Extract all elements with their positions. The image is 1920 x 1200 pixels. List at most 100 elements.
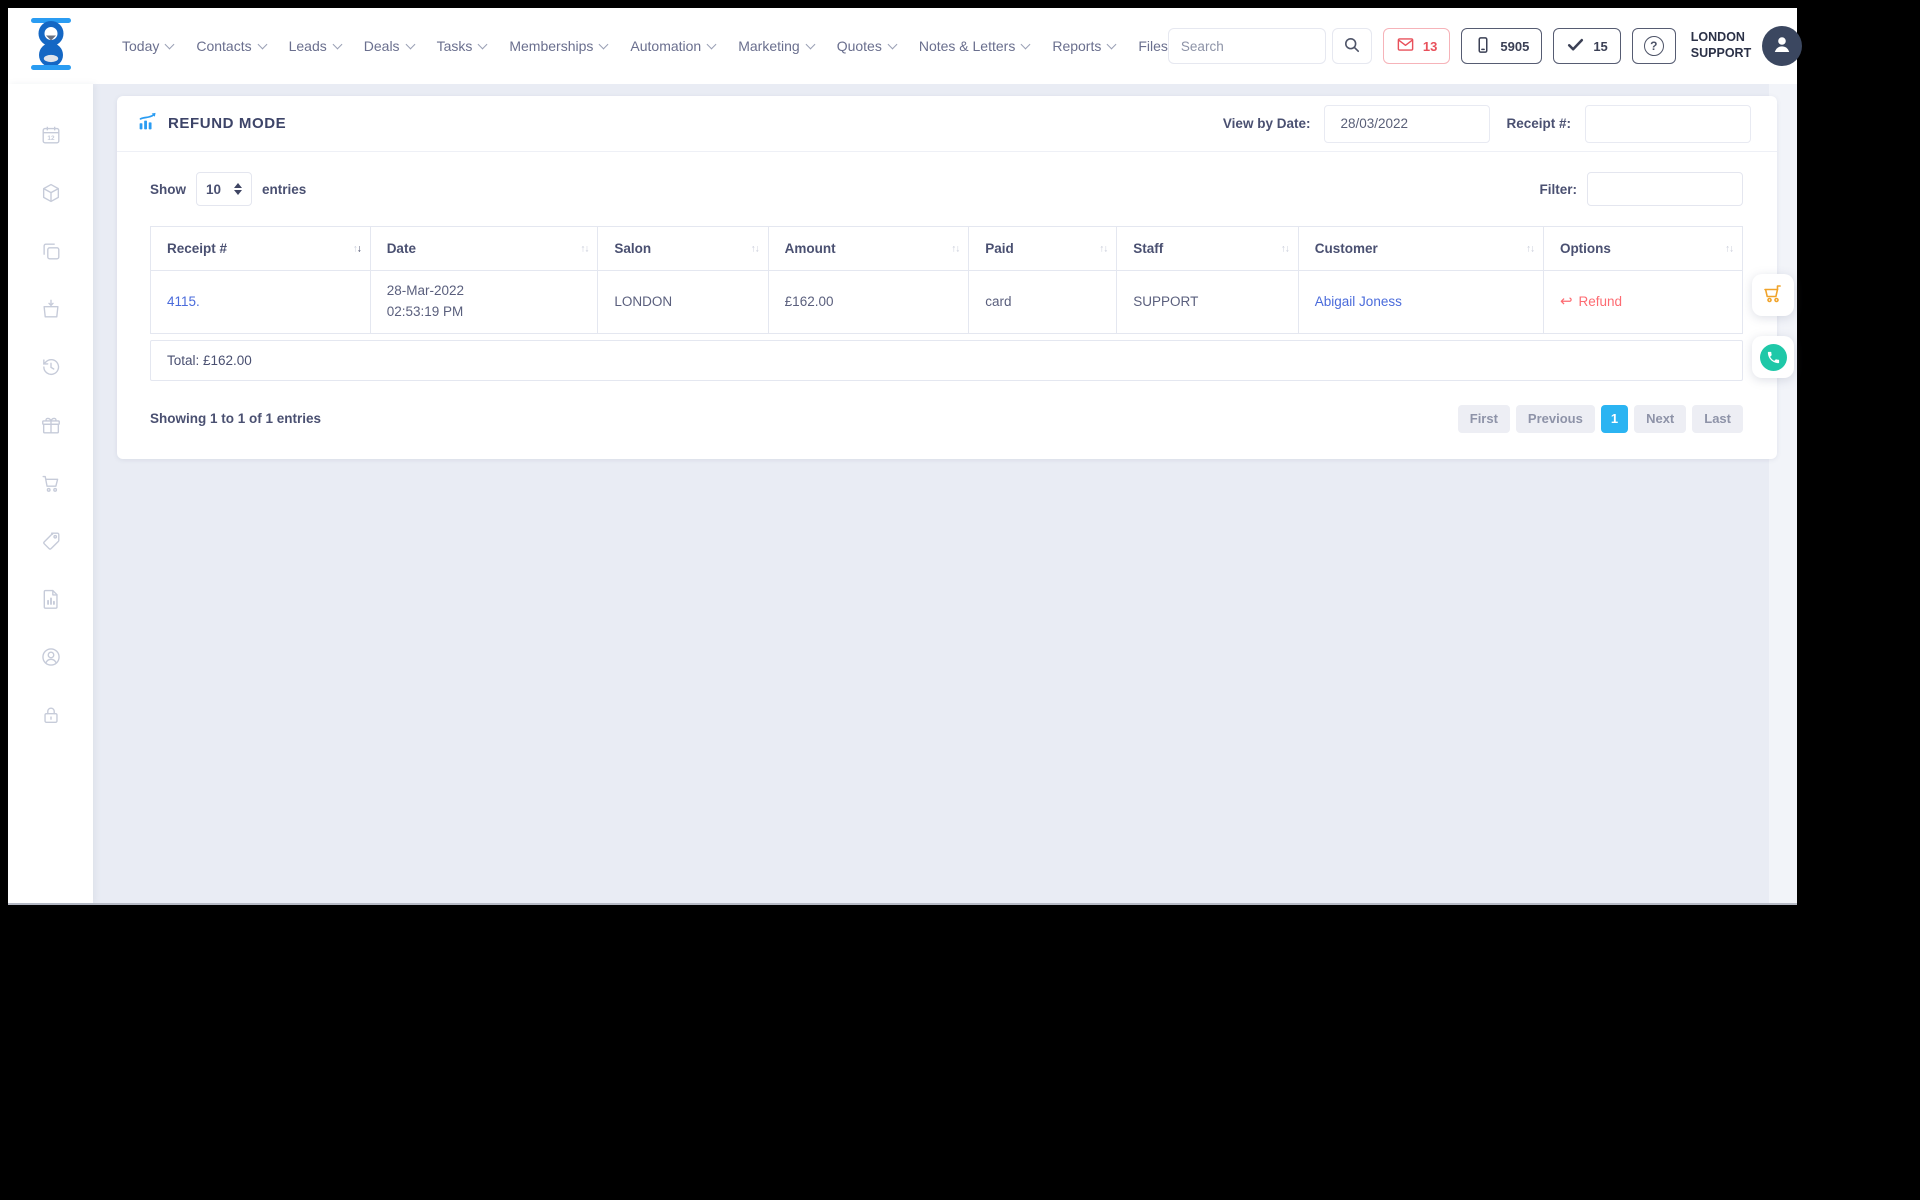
cell-staff: SUPPORT [1116, 270, 1299, 334]
column-header-customer[interactable]: Customer ↑↓ [1297, 226, 1544, 271]
sidebar-item-reports[interactable] [40, 588, 62, 610]
showing-entries-text: Showing 1 to 1 of 1 entries [150, 411, 322, 427]
sidebar-item-cart[interactable] [40, 472, 62, 494]
card-body: Show 10 entries Filter: Receipt # ↑↓ Dat… [117, 152, 1777, 459]
avatar[interactable] [1762, 26, 1803, 66]
sort-icon: ↑↓ [352, 243, 362, 254]
pagination-last[interactable]: Last [1692, 404, 1743, 433]
tasks-count: 15 [1593, 38, 1608, 54]
help-button[interactable]: ? [1631, 28, 1676, 64]
column-header-amount[interactable]: Amount ↑↓ [767, 226, 970, 271]
sidebar-item-package[interactable] [40, 182, 62, 204]
show-label: Show [150, 181, 186, 197]
sidebar-item-tags[interactable] [40, 530, 62, 552]
cell-paid: card [968, 270, 1118, 334]
nav-item-contacts[interactable]: Contacts [196, 38, 268, 54]
mobile-phone-icon [1474, 36, 1492, 57]
checkmark-icon [1566, 35, 1585, 57]
nav-item-deals[interactable]: Deals [363, 38, 416, 54]
whatsapp-icon [1759, 343, 1787, 371]
cell-salon: LONDON [597, 270, 769, 334]
nav-label: Reports [1052, 38, 1102, 54]
stepper-icon [234, 183, 242, 195]
user-name: LONDON SUPPORT [1690, 30, 1752, 60]
search-button[interactable] [1331, 28, 1372, 64]
nav-item-today[interactable]: Today [122, 38, 175, 54]
view-by-date-label: View by Date: [1222, 116, 1311, 131]
chevron-down-icon [1020, 39, 1031, 49]
column-header-staff[interactable]: Staff ↑↓ [1116, 226, 1299, 271]
customer-link[interactable]: Abigail Joness [1315, 294, 1402, 309]
refunds-table: Receipt # ↑↓ Date ↑↓ Salon ↑↓ Amount ↑↓ Paid… [150, 226, 1744, 334]
cell-options: ↩ Refund [1542, 270, 1744, 334]
nav-item-quotes[interactable]: Quotes [836, 38, 898, 54]
filter-input[interactable] [1587, 172, 1743, 206]
pagination-next[interactable]: Next [1634, 404, 1687, 433]
refund-button[interactable]: ↩ Refund [1560, 294, 1622, 309]
chevron-down-icon [405, 39, 416, 49]
search-icon [1342, 35, 1361, 57]
nav-item-marketing[interactable]: Marketing [738, 38, 816, 54]
chevron-down-icon [1106, 39, 1117, 49]
column-header-date[interactable]: Date ↑↓ [369, 226, 599, 271]
nav-item-leads[interactable]: Leads [288, 38, 343, 54]
table-row: 4115. 28-Mar-2022 02:53:19 PM LONDON £16… [150, 270, 1744, 334]
nav-item-automation[interactable]: Automation [630, 38, 717, 54]
cell-date: 28-Mar-2022 02:53:19 PM [369, 270, 599, 334]
column-header-paid[interactable]: Paid ↑↓ [968, 226, 1118, 271]
sidebar-item-shopping-bag[interactable] [40, 298, 62, 320]
page-length-select[interactable]: 10 [196, 172, 252, 206]
hourglass-logo-icon [29, 17, 73, 76]
view-by-date-input[interactable] [1324, 104, 1491, 143]
nav-label: Deals [363, 38, 400, 54]
sidebar-item-calendar[interactable]: 12 [40, 124, 62, 146]
nav-item-tasks[interactable]: Tasks [437, 38, 488, 54]
top-bar: Today Contacts Leads Deals Tasks Members… [8, 8, 1803, 84]
nav-item-notes-letters[interactable]: Notes & Letters [919, 38, 1031, 54]
nav-item-files[interactable]: Files [1138, 38, 1168, 54]
pagination-previous[interactable]: Previous [1515, 404, 1595, 433]
nav-label: Contacts [196, 38, 252, 54]
cell-receipt: 4115. [150, 270, 371, 334]
receipt-filter-label: Receipt #: [1506, 116, 1571, 131]
sort-icon: ↑↓ [580, 243, 589, 254]
sort-icon: ↑↓ [1280, 243, 1290, 254]
pos-cart-button[interactable] [1752, 274, 1794, 316]
filter-group: Filter: [1539, 172, 1743, 206]
sidebar-item-gift[interactable] [40, 414, 62, 436]
chart-growth-icon [137, 111, 158, 137]
cell-amount: £162.00 [767, 270, 970, 334]
sidebar-item-history[interactable] [40, 356, 62, 378]
nav-label: Today [122, 38, 160, 54]
envelope-icon [1396, 35, 1415, 57]
receipt-link[interactable]: 4115. [167, 294, 200, 309]
sidebar-item-lock[interactable] [40, 704, 62, 726]
phone-badge[interactable]: 5905 [1461, 28, 1543, 64]
refund-arrow-icon: ↩ [1559, 293, 1573, 311]
nav-label: Quotes [836, 38, 882, 54]
main-nav: Today Contacts Leads Deals Tasks Members… [122, 38, 1168, 54]
app-logo[interactable] [8, 17, 94, 76]
chevron-down-icon [332, 39, 343, 49]
search-input[interactable] [1167, 28, 1326, 64]
whatsapp-button[interactable] [1752, 336, 1794, 378]
pagination-first[interactable]: First [1457, 404, 1510, 433]
receipt-filter-input[interactable] [1585, 104, 1751, 143]
chevron-down-icon [706, 39, 717, 49]
tasks-badge[interactable]: 15 [1553, 28, 1621, 64]
nav-label: Automation [630, 38, 702, 54]
pagination-page-1[interactable]: 1 [1600, 404, 1629, 433]
nav-label: Leads [288, 38, 327, 54]
sidebar-item-copy[interactable] [40, 240, 62, 262]
column-header-salon[interactable]: Salon ↑↓ [597, 226, 769, 271]
nav-item-memberships[interactable]: Memberships [509, 38, 609, 54]
chevron-down-icon [477, 39, 488, 49]
column-header-options[interactable]: Options ↑↓ [1542, 226, 1744, 271]
sidebar: 12 [8, 84, 93, 903]
messages-badge[interactable]: 13 [1382, 28, 1451, 64]
column-header-receipt[interactable]: Receipt # ↑↓ [150, 226, 371, 271]
sidebar-item-account[interactable] [40, 646, 62, 668]
page-title: REFUND MODE [168, 115, 287, 132]
refund-mode-card: REFUND MODE View by Date: Receipt #: Sho… [117, 96, 1777, 459]
nav-item-reports[interactable]: Reports [1052, 38, 1117, 54]
